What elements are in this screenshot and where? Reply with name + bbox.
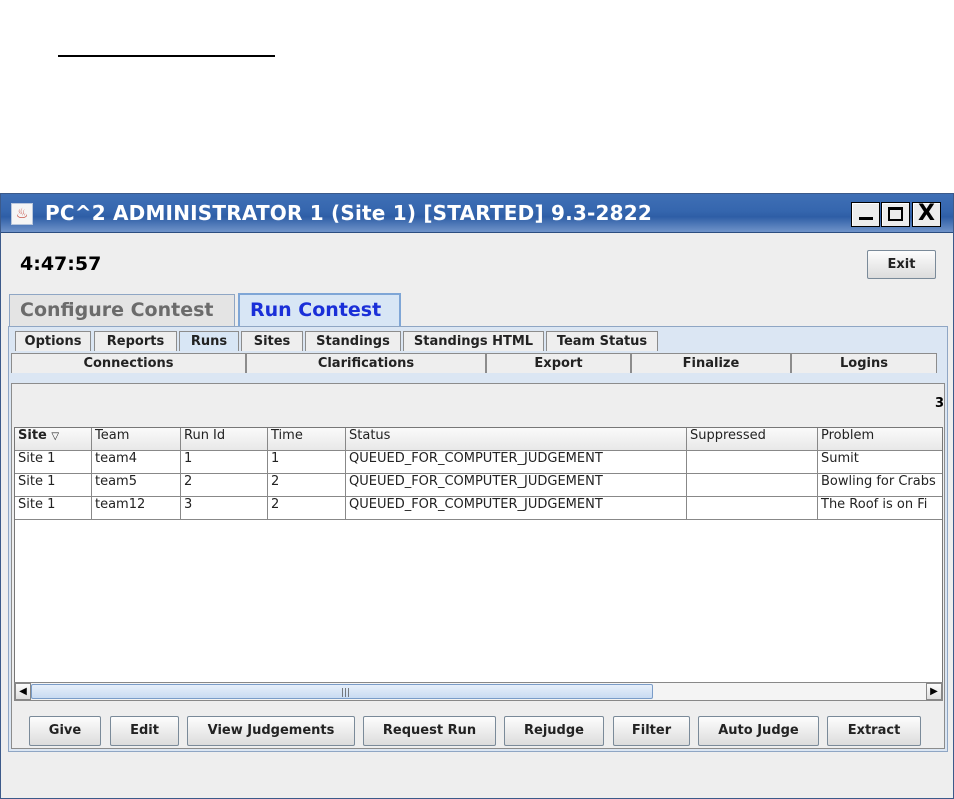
horizontal-scrollbar[interactable]: ◀ ||| ▶	[14, 682, 943, 701]
title-bar[interactable]: ♨ PC^2 ADMINISTRATOR 1 (Site 1) [STARTED…	[1, 194, 953, 233]
minimize-button[interactable]	[851, 202, 880, 227]
cell-status: QUEUED_FOR_COMPUTER_JUDGEMENT	[346, 451, 687, 474]
table-row[interactable]: Site 1 team4 1 1 QUEUED_FOR_COMPUTER_JUD…	[15, 451, 942, 474]
tab-export[interactable]: Export	[486, 353, 631, 373]
column-header-time[interactable]: Time	[268, 428, 346, 451]
tab-team-status[interactable]: Team Status	[546, 331, 658, 351]
cell-problem: The Roof is on Fi	[821, 497, 928, 512]
runs-pane: 3 Site ▽ Team Run Id Time Status Suppres…	[11, 383, 945, 749]
top-underline	[58, 55, 275, 57]
column-header-run-id[interactable]: Run Id	[181, 428, 268, 451]
runs-table: Site ▽ Team Run Id Time Status Suppresse…	[14, 427, 943, 683]
cell-suppressed	[687, 451, 818, 474]
tab-configure-contest[interactable]: Configure Contest	[9, 294, 235, 326]
tab-clarifications[interactable]: Clarifications	[246, 353, 486, 373]
view-judgements-button[interactable]: View Judgements	[187, 716, 355, 746]
cell-status: QUEUED_FOR_COMPUTER_JUDGEMENT	[346, 497, 687, 520]
sort-icon: ▽	[51, 431, 60, 442]
cell-suppressed	[687, 497, 818, 520]
contest-clock: 4:47:57	[20, 253, 102, 275]
column-label: Site	[18, 428, 47, 443]
auto-judge-button[interactable]: Auto Judge	[698, 716, 819, 746]
grip-icon: |||	[341, 688, 351, 698]
cell-suppressed	[687, 474, 818, 497]
exit-button[interactable]: Exit	[867, 250, 936, 279]
cell-team: team4	[92, 451, 181, 474]
column-header-site[interactable]: Site ▽	[15, 428, 92, 451]
tab-reports[interactable]: Reports	[94, 331, 177, 351]
tab-standings-html[interactable]: Standings HTML	[403, 331, 544, 351]
maximize-button[interactable]	[881, 202, 910, 227]
column-header-suppressed[interactable]: Suppressed	[687, 428, 818, 451]
cell-problem: Sumit	[821, 451, 859, 466]
tab-logins[interactable]: Logins	[791, 353, 937, 373]
rejudge-button[interactable]: Rejudge	[504, 716, 604, 746]
tab-standings[interactable]: Standings	[305, 331, 401, 351]
run-contest-panel: Options Reports Runs Sites Standings Sta…	[8, 326, 948, 752]
run-count: 3	[934, 396, 944, 411]
filter-button[interactable]: Filter	[613, 716, 690, 746]
cell-status: QUEUED_FOR_COMPUTER_JUDGEMENT	[346, 474, 687, 497]
scroll-left-icon[interactable]: ◀	[15, 683, 31, 700]
close-button[interactable]: X	[912, 202, 941, 227]
scroll-thumb[interactable]: |||	[31, 684, 653, 699]
cell-time: 1	[268, 451, 346, 474]
table-row[interactable]: Site 1 team5 2 2 QUEUED_FOR_COMPUTER_JUD…	[15, 474, 942, 497]
scroll-right-icon[interactable]: ▶	[926, 683, 942, 700]
give-button[interactable]: Give	[29, 716, 101, 746]
cell-team: team12	[92, 497, 181, 520]
minimize-icon	[858, 217, 873, 220]
extract-button[interactable]: Extract	[827, 716, 921, 746]
cell-site: Site 1	[15, 474, 92, 497]
maximize-icon	[888, 207, 903, 221]
cell-run-id: 3	[181, 497, 268, 520]
cell-time: 2	[268, 474, 346, 497]
tab-run-contest[interactable]: Run Contest	[238, 293, 401, 327]
table-header: Site ▽ Team Run Id Time Status Suppresse…	[15, 428, 942, 451]
window-title: PC^2 ADMINISTRATOR 1 (Site 1) [STARTED] …	[45, 201, 652, 225]
admin-window: ♨ PC^2 ADMINISTRATOR 1 (Site 1) [STARTED…	[0, 193, 954, 799]
java-icon: ♨	[11, 203, 33, 225]
cell-team: team5	[92, 474, 181, 497]
edit-button[interactable]: Edit	[110, 716, 179, 746]
cell-site: Site 1	[15, 497, 92, 520]
cell-problem: Bowling for Crabs	[821, 474, 936, 489]
column-header-status[interactable]: Status	[346, 428, 687, 451]
tab-sites[interactable]: Sites	[241, 331, 303, 351]
cell-run-id: 1	[181, 451, 268, 474]
tab-runs[interactable]: Runs	[179, 331, 239, 351]
request-run-button[interactable]: Request Run	[363, 716, 496, 746]
cell-site: Site 1	[15, 451, 92, 474]
table-row[interactable]: Site 1 team12 3 2 QUEUED_FOR_COMPUTER_JU…	[15, 497, 942, 520]
cell-run-id: 2	[181, 474, 268, 497]
tab-options[interactable]: Options	[15, 331, 91, 351]
column-header-problem[interactable]: Problem	[818, 428, 942, 451]
column-header-team[interactable]: Team	[92, 428, 181, 451]
tab-finalize[interactable]: Finalize	[631, 353, 791, 373]
cell-time: 2	[268, 497, 346, 520]
tab-connections[interactable]: Connections	[11, 353, 246, 373]
